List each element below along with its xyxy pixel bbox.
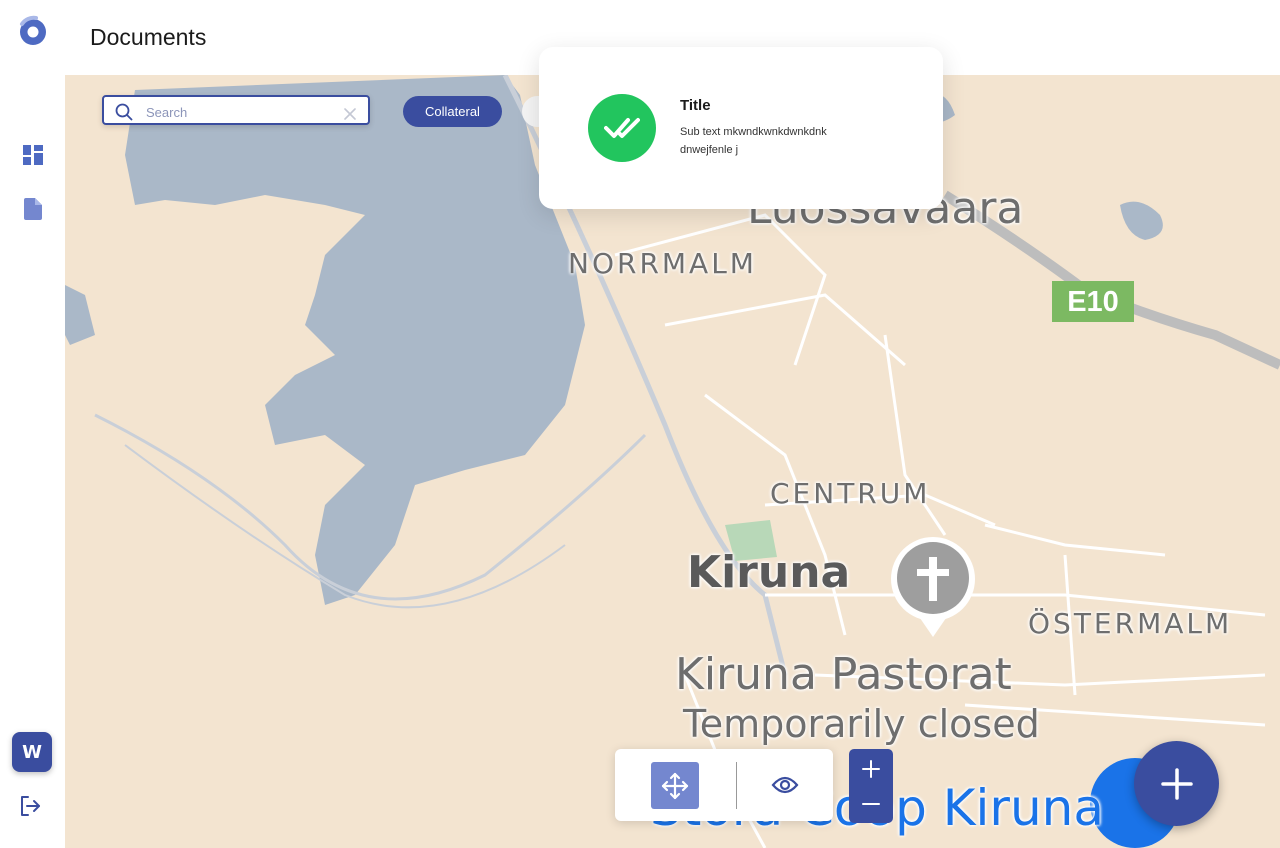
filter-chip-collateral[interactable]: Collateral bbox=[403, 96, 502, 127]
add-icon bbox=[1160, 767, 1193, 800]
zoom-in-button[interactable] bbox=[849, 751, 893, 787]
zoom-out-button[interactable] bbox=[849, 786, 893, 822]
search-icon bbox=[115, 103, 133, 125]
view-tool-button[interactable] bbox=[765, 767, 805, 803]
map-label-norrmalm: NORRMALM bbox=[568, 247, 757, 280]
search-input[interactable] bbox=[144, 102, 338, 122]
plus-icon bbox=[862, 760, 880, 778]
tool-divider bbox=[736, 762, 737, 809]
map-label-pastorat: Kiruna Pastorat bbox=[675, 649, 1012, 700]
zoom-controls bbox=[849, 749, 893, 823]
user-avatar[interactable]: W bbox=[12, 732, 52, 772]
toast-subtext: Sub text mkwndkwnkdwnkdnk dnwejfenle j bbox=[680, 126, 827, 156]
e10-road-label: E10 bbox=[1067, 286, 1119, 318]
map-label-centrum: CENTRUM bbox=[770, 477, 931, 510]
page-title: Documents bbox=[90, 24, 207, 50]
clear-search-icon[interactable] bbox=[344, 105, 356, 124]
success-toast: Title Sub text mkwndkwnkdwnkdnk dnwejfen… bbox=[539, 47, 943, 209]
eye-icon bbox=[771, 776, 799, 794]
double-check-icon bbox=[588, 94, 656, 162]
move-icon bbox=[661, 772, 689, 799]
toast-title: Title bbox=[680, 97, 711, 114]
map-label-kiruna: Kiruna bbox=[687, 547, 851, 598]
map-label-closed: Temporarily closed bbox=[683, 702, 1040, 746]
pan-tool-button[interactable] bbox=[651, 762, 699, 809]
logout-icon[interactable] bbox=[19, 795, 41, 817]
add-fab-button[interactable] bbox=[1134, 741, 1219, 826]
app-logo[interactable] bbox=[16, 15, 50, 49]
document-icon[interactable] bbox=[22, 198, 44, 220]
map-tool-panel bbox=[615, 749, 833, 821]
search-box[interactable] bbox=[102, 95, 370, 125]
map-label-ostermalm: ÖSTERMALM bbox=[1028, 607, 1233, 640]
minus-icon bbox=[862, 803, 880, 805]
dashboard-icon[interactable] bbox=[22, 144, 44, 166]
sidebar: W bbox=[0, 0, 65, 848]
church-marker[interactable] bbox=[891, 537, 975, 637]
